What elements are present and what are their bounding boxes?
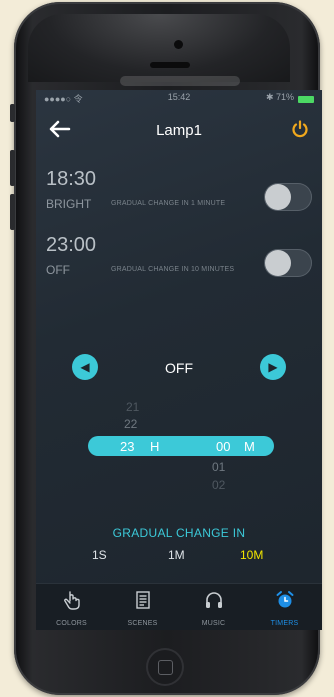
timer-mode: BRIGHT: [46, 197, 92, 211]
volume-up-button: [10, 150, 15, 186]
gradual-option-1m[interactable]: 1M: [168, 548, 185, 562]
gradual-change-title: GRADUAL CHANGE IN: [112, 526, 246, 540]
timer-description: GRADUAL CHANGE IN 1 MINUTE: [111, 200, 226, 207]
tab-label: TIMERS: [270, 620, 299, 627]
toggle-knob: [265, 184, 291, 210]
gradual-option-1s[interactable]: 1S: [92, 548, 107, 562]
picker-hour-option: 21: [126, 400, 140, 414]
home-square-icon: [158, 660, 173, 675]
tab-label: MUSIC: [201, 620, 226, 627]
picker-selected-bar[interactable]: 23 H 00 M: [88, 436, 274, 456]
timer-toggle[interactable]: [264, 183, 312, 211]
gradual-option-10m[interactable]: 10M: [240, 548, 263, 562]
hand-pointer-icon: [61, 590, 83, 610]
picker-minute-option: 01: [212, 460, 226, 474]
picker-hour-option: 22: [124, 417, 138, 431]
tab-bar: COLORS SCENES MUSIC TIMERS: [36, 583, 322, 630]
chevron-right-icon[interactable]: ▶: [260, 354, 286, 380]
home-button[interactable]: [148, 650, 182, 684]
tab-timers[interactable]: TIMERS: [249, 584, 320, 630]
time-picker[interactable]: 21 22 23 H 00 M 01 02: [36, 396, 322, 500]
power-icon[interactable]: [286, 118, 314, 146]
headphones-icon: [203, 590, 225, 610]
document-list-icon: [132, 590, 154, 610]
status-bar: ●●●●○ 令 15:42 ✱ 71%: [44, 92, 314, 108]
tab-label: SCENES: [127, 620, 158, 627]
app-screen: ●●●●○ 令 15:42 ✱ 71% Lamp1 18:30 BRIGHT G…: [36, 90, 322, 630]
picker-minute-option: 02: [212, 478, 226, 492]
toggle-knob: [265, 250, 291, 276]
tab-colors[interactable]: COLORS: [36, 584, 107, 630]
mode-selector: ◀ OFF ▶: [36, 352, 322, 382]
alarm-clock-icon: [274, 590, 296, 610]
status-right: ✱ 71%: [265, 92, 294, 102]
battery-icon: [298, 96, 314, 103]
tab-scenes[interactable]: SCENES: [107, 584, 178, 630]
timer-mode: OFF: [46, 263, 70, 277]
timer-row-2[interactable]: 23:00 OFF GRADUAL CHANGE IN 10 MINUTES: [36, 234, 322, 300]
bezel-glare: [120, 76, 240, 86]
picker-hour-unit: H: [150, 439, 160, 454]
timer-toggle[interactable]: [264, 249, 312, 277]
tab-music[interactable]: MUSIC: [178, 584, 249, 630]
picker-minute: 00: [216, 439, 231, 454]
camera-icon: [174, 40, 183, 49]
phone-top-bezel: [28, 14, 290, 82]
earpiece: [150, 62, 190, 68]
picker-hour: 23: [120, 439, 135, 454]
volume-down-button: [10, 194, 15, 230]
picker-minute-unit: M: [244, 439, 255, 454]
mute-switch: [10, 104, 15, 122]
timer-row-1[interactable]: 18:30 BRIGHT GRADUAL CHANGE IN 1 MINUTE: [36, 168, 322, 234]
timer-time: 18:30: [46, 168, 97, 190]
timer-time: 23:00: [46, 234, 97, 256]
nav-bar: Lamp1: [36, 110, 322, 154]
page-title: Lamp1: [156, 122, 202, 139]
tab-label: COLORS: [56, 620, 87, 627]
timer-description: GRADUAL CHANGE IN 10 MINUTES: [111, 266, 235, 273]
